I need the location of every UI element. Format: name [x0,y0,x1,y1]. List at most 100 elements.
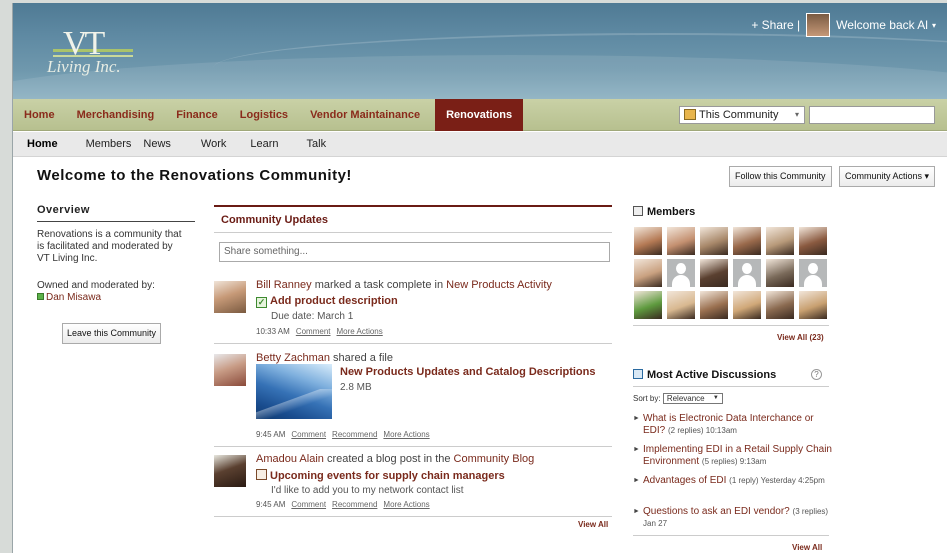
avatar[interactable] [214,455,246,487]
community-updates-panel: Community Updates Share something... Bil… [214,205,612,517]
task-title[interactable]: ✓ Add product description [256,295,398,308]
divider [633,535,829,536]
members-count: (23) [809,333,824,342]
member-avatar[interactable] [667,227,695,255]
search-input[interactable] [809,106,935,124]
nav-item-vendor-maintainance[interactable]: Vendor Maintainance [299,99,431,131]
tab-members[interactable]: Members [58,138,132,150]
divider [214,343,612,344]
discussion-item[interactable]: ► What is Electronic Data Interchance or … [633,413,833,437]
activity-target-link[interactable]: New Products Activity [446,279,552,291]
divider [214,516,612,517]
sort-select[interactable]: Relevance ▼ [662,393,723,404]
more-actions-link[interactable]: More Actions [383,430,429,439]
tab-news[interactable]: News [131,138,171,150]
file-title[interactable]: New Products Updates and Catalog Descrip… [340,366,596,378]
help-icon[interactable]: ? [811,369,822,380]
activity-summary: Bill Ranney marked a task complete in Ne… [256,279,552,291]
actor-link[interactable]: Betty Zachman [256,352,330,364]
discussion-item[interactable]: ► Questions to ask an EDI vendor? (3 repl… [633,506,833,530]
share-link[interactable]: + Share | [751,18,800,32]
member-avatar[interactable] [667,291,695,319]
activity-action: created a blog post in the [326,453,451,465]
discussion-meta: (5 replies) 9:13am [701,457,767,466]
view-all-discussions-link[interactable]: View All [792,543,822,552]
comment-link[interactable]: Comment [291,500,326,509]
member-avatar[interactable] [766,227,794,255]
discussion-item[interactable]: ► Implementing EDI in a Retail Supply Cha… [633,444,833,468]
task-title-text[interactable]: Add product description [270,295,398,307]
discussion-title[interactable]: Advantages of EDI [643,475,726,486]
member-avatar[interactable] [733,227,761,255]
discussion-item[interactable]: ► Advantages of EDI (1 reply) Yesterday 4… [633,475,833,487]
recommend-link[interactable]: Recommend [332,430,377,439]
user-avatar[interactable] [806,13,831,37]
tab-talk[interactable]: Talk [279,138,327,150]
member-avatar-placeholder[interactable] [733,259,761,287]
members-heading: Members [633,206,695,218]
members-icon [633,206,643,216]
actor-link[interactable]: Bill Ranney [256,279,312,291]
member-avatar[interactable] [766,291,794,319]
avatar[interactable] [214,281,246,313]
actor-link[interactable]: Amadou Alain [256,453,324,465]
member-avatar[interactable] [733,291,761,319]
welcome-label[interactable]: Welcome back Al [836,18,928,32]
overview-heading: Overview [37,204,195,222]
chevron-down-icon: ▼ [712,395,719,401]
activity-time: 10:33 AM [256,327,290,336]
tab-work[interactable]: Work [171,138,226,150]
activity-target-link[interactable]: Community Blog [454,453,535,465]
member-avatar[interactable] [634,291,662,319]
nav-item-logistics[interactable]: Logistics [229,99,299,131]
discussion-title[interactable]: Questions to ask an EDI vendor? [643,506,790,517]
company-logo[interactable]: VT Living Inc. [43,21,153,81]
avatar[interactable] [214,354,246,386]
blog-post-title[interactable]: Upcoming events for supply chain manager… [256,469,505,482]
owner-name[interactable]: Dan Misawa [46,292,101,303]
search-scope-select[interactable]: This Community ▾ [679,106,805,124]
view-all-members-label[interactable]: View All [777,333,807,342]
member-avatar[interactable] [799,227,827,255]
comment-link[interactable]: Comment [296,327,331,336]
leave-community-button[interactable]: Leave this Community [62,323,162,344]
member-avatar[interactable] [700,291,728,319]
more-actions-link[interactable]: More Actions [337,327,383,336]
activity-meta: 9:45 AM Comment Recommend More Actions [256,500,430,509]
chevron-down-icon[interactable]: ▾ [932,21,936,30]
discussion-meta: (1 reply) Yesterday 4:25pm [729,476,825,485]
nav-item-finance[interactable]: Finance [165,99,229,131]
more-actions-link[interactable]: More Actions [383,500,429,509]
tab-learn[interactable]: Learn [226,138,278,150]
user-menu: + Share | Welcome back Al ▾ [751,13,936,37]
member-avatar-placeholder[interactable] [799,259,827,287]
blog-post-title-text[interactable]: Upcoming events for supply chain manager… [270,470,505,482]
nav-item-home[interactable]: Home [13,99,66,131]
view-all-updates-link[interactable]: View All [578,520,608,529]
nav-item-renovations[interactable]: Renovations [435,98,524,131]
discussions-heading: Most Active Discussions [633,369,776,381]
tab-home[interactable]: Home [13,138,58,150]
member-avatar-placeholder[interactable] [667,259,695,287]
comment-link[interactable]: Comment [291,430,326,439]
nav-item-merchandising[interactable]: Merchandising [66,99,166,131]
search-scope-label: This Community [699,109,779,121]
share-something-input[interactable]: Share something... [219,242,610,262]
view-all-members-link[interactable]: View All (23) [777,333,824,342]
member-avatar[interactable] [799,291,827,319]
member-avatar[interactable] [634,259,662,287]
member-avatar[interactable] [634,227,662,255]
follow-community-button[interactable]: Follow this Community [729,166,832,187]
activity-action: shared a file [333,352,393,364]
activity-summary: Amadou Alain created a blog post in the … [256,453,534,465]
member-avatar[interactable] [700,227,728,255]
member-avatar[interactable] [700,259,728,287]
file-thumbnail[interactable] [256,364,332,419]
member-avatar[interactable] [766,259,794,287]
community-actions-button[interactable]: Community Actions ▾ [839,166,936,187]
task-complete-icon: ✓ [256,297,267,308]
community-icon [684,109,696,120]
recommend-link[interactable]: Recommend [332,500,377,509]
activity-meta: 9:45 AM Comment Recommend More Actions [256,430,430,439]
owner-link[interactable]: Dan Misawa [37,292,101,303]
